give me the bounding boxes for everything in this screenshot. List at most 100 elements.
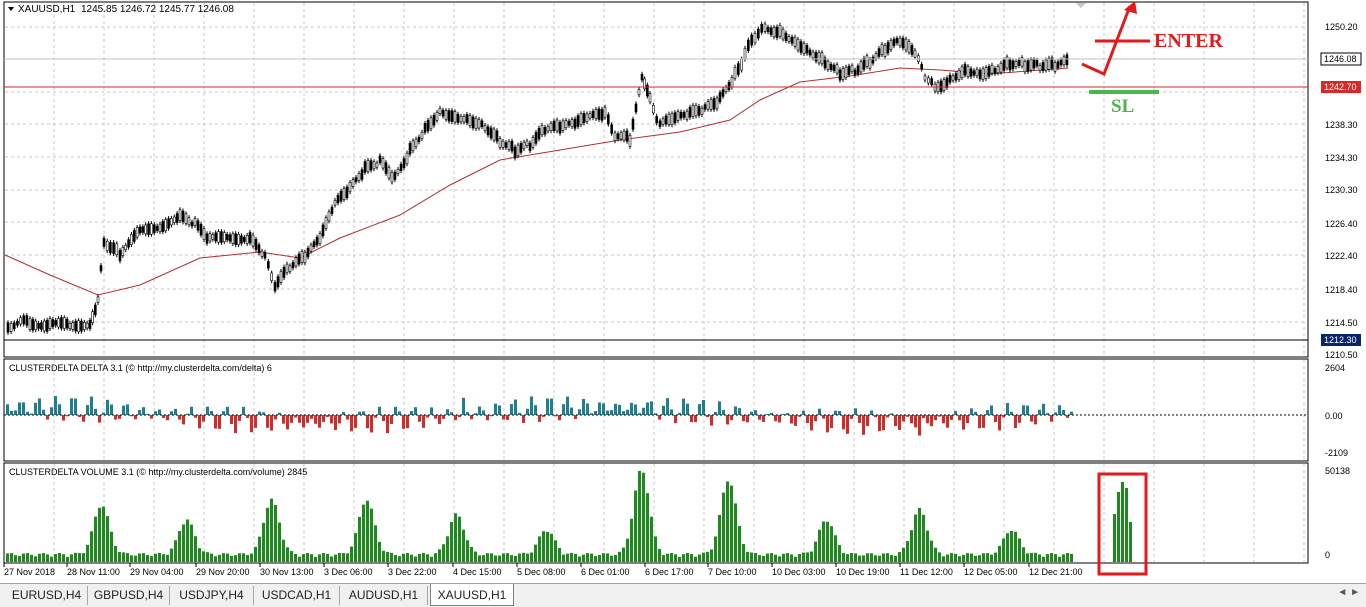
tab-gbpusd-h4[interactable]: GBPUSD,H4 xyxy=(88,586,170,605)
volume-bar xyxy=(1030,552,1033,562)
candle-body xyxy=(225,234,229,241)
volume-bar xyxy=(574,553,577,562)
candle-body xyxy=(231,233,235,244)
enter-label: ENTER xyxy=(1154,30,1223,52)
candle-body xyxy=(558,121,562,134)
delta-bar xyxy=(382,415,385,422)
volume-bar xyxy=(682,554,685,562)
candle-body xyxy=(877,48,881,57)
delta-bar xyxy=(258,411,261,415)
volume-bar xyxy=(254,546,257,562)
delta-bar xyxy=(50,407,53,415)
delta-bar xyxy=(802,410,805,415)
delta-bar xyxy=(138,409,141,415)
candle-body xyxy=(124,244,128,250)
candle-body xyxy=(799,41,803,53)
candle-body xyxy=(477,119,481,129)
tab-xauusd-h1[interactable]: XAUUSD,H1 xyxy=(430,584,514,606)
candle-body xyxy=(486,126,490,136)
tab-usdjpy-h4[interactable]: USDJPY,H4 xyxy=(170,586,254,605)
candle-body xyxy=(920,64,923,70)
delta-bar xyxy=(330,415,333,424)
candle-body xyxy=(411,140,415,152)
candle-body xyxy=(942,79,946,91)
candle-body xyxy=(1059,59,1063,66)
volume-bar xyxy=(446,536,449,562)
delta-bar xyxy=(570,407,573,415)
delta-bar xyxy=(514,399,517,415)
volume-bar xyxy=(914,514,917,562)
tab-audusd-h1[interactable]: AUDUSD,H1 xyxy=(340,586,428,605)
current-price-label: 1246.08 xyxy=(1324,54,1357,64)
delta-bar xyxy=(110,404,113,415)
volume-bar xyxy=(374,525,377,562)
tab-scroll-arrows[interactable]: ◄ ► xyxy=(1337,587,1360,598)
tab-eurusd-h4[interactable]: EURUSD,H4 xyxy=(6,586,88,605)
candle-body xyxy=(573,118,577,129)
time-label: 3 Dec 06:00 xyxy=(324,567,373,577)
volume-bar xyxy=(990,554,993,562)
candle-body xyxy=(628,135,632,147)
candle-body xyxy=(534,132,538,144)
candle-body xyxy=(167,218,170,229)
delta-panel[interactable] xyxy=(3,358,1309,462)
volume-bar xyxy=(854,553,857,562)
time-label: 29 Nov 04:00 xyxy=(130,567,184,577)
candle-body xyxy=(787,36,791,42)
volume-bar xyxy=(730,485,733,562)
time-label: 3 Dec 22:00 xyxy=(388,567,437,577)
candle-body xyxy=(504,142,508,148)
candle-body xyxy=(1026,60,1030,72)
candle-body xyxy=(217,231,220,243)
delta-bar xyxy=(1058,405,1061,415)
candle-body xyxy=(775,26,779,39)
delta-bar xyxy=(910,415,913,424)
volume-bar xyxy=(126,553,129,562)
volume-bar xyxy=(530,552,533,562)
candle-body xyxy=(222,232,226,242)
chart-area[interactable]: XAUUSD,H1 1245.85 1246.72 1245.77 1246.0… xyxy=(0,0,1366,583)
candle-body xyxy=(963,63,967,76)
delta-bar xyxy=(602,403,605,415)
volume-bar xyxy=(858,555,861,562)
candle-body xyxy=(205,233,209,244)
volume-bar xyxy=(166,554,169,562)
volume-bar xyxy=(358,516,361,562)
tab-usdcad-h1[interactable]: USDCAD,H1 xyxy=(254,586,340,605)
volume-bar xyxy=(666,553,669,562)
candle-body xyxy=(781,28,785,40)
candle-body xyxy=(91,311,94,323)
candle-body xyxy=(432,114,436,126)
delta-bar xyxy=(710,415,713,426)
candle-body xyxy=(951,75,955,81)
candle-body xyxy=(384,162,388,174)
delta-bar xyxy=(810,415,813,431)
volume-bar xyxy=(306,553,309,562)
volume-bar xyxy=(722,492,725,562)
volume-bar xyxy=(746,551,749,562)
candle-body xyxy=(447,110,451,122)
time-axis: 27 Nov 2018 28 Nov 11:00 29 Nov 04:00 29 No… xyxy=(3,563,1083,577)
candle-body xyxy=(561,120,565,131)
candle-body xyxy=(613,132,617,142)
delta-bar xyxy=(718,401,721,415)
candle-body xyxy=(257,244,261,254)
volume-bar xyxy=(178,531,181,562)
candle-body xyxy=(399,163,403,172)
candle-body xyxy=(829,63,833,70)
candle-body xyxy=(640,73,644,81)
candle-body xyxy=(972,70,976,76)
delta-bar xyxy=(86,405,89,415)
delta-bar xyxy=(242,406,245,415)
candle-body xyxy=(567,120,571,126)
volume-bar xyxy=(1006,533,1009,562)
delta-bar xyxy=(686,403,689,415)
candle-body xyxy=(691,105,695,117)
delta-bar xyxy=(98,415,101,423)
volume-bar xyxy=(846,554,849,562)
volume-bar xyxy=(290,551,293,562)
volume-bar xyxy=(482,555,485,562)
candle-body xyxy=(808,49,812,56)
delta-bar xyxy=(254,415,257,428)
candle-body xyxy=(102,237,106,247)
